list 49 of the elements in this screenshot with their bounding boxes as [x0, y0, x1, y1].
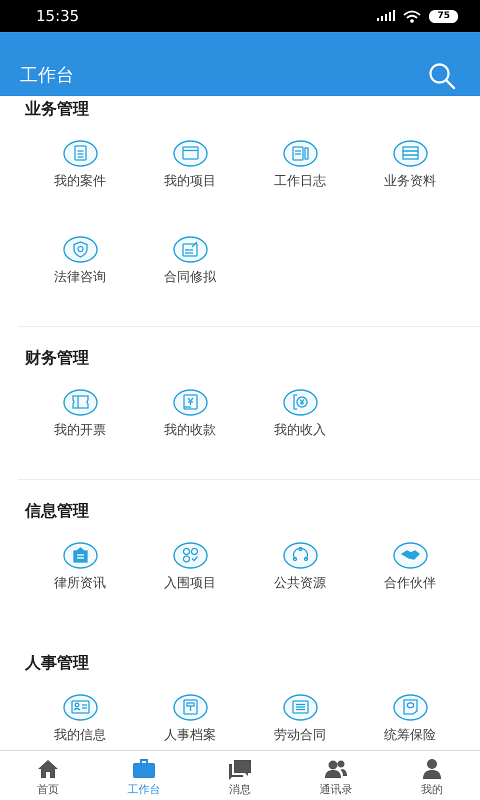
feature-tile[interactable]: 法律咨询: [25, 218, 135, 314]
battery-indicator: 75: [429, 10, 458, 22]
search-icon[interactable]: [428, 62, 456, 90]
archive-icon: [172, 694, 208, 721]
nav-tab[interactable]: 我的: [384, 751, 480, 800]
receipt-icon: [172, 389, 208, 416]
feature-tile[interactable]: 律所资讯: [25, 524, 135, 620]
id-card-icon: [62, 694, 98, 721]
feature-tile[interactable]: 我的项目: [135, 122, 245, 218]
section-heading: 业务管理: [24, 98, 90, 120]
wifi-icon: [403, 10, 422, 22]
folder-icon: [172, 140, 208, 167]
feature-tile[interactable]: 我的收入: [245, 371, 355, 467]
wallet-icon: [282, 389, 318, 416]
feature-tile[interactable]: 业务资料: [355, 122, 465, 218]
ticket-icon: [62, 389, 98, 416]
feature-tile[interactable]: 公共资源: [245, 524, 355, 620]
stack-icon: [392, 140, 428, 167]
briefcase-icon: [132, 756, 156, 780]
nav-tab[interactable]: 通讯录: [288, 751, 384, 800]
feature-tile[interactable]: 我的开票: [25, 371, 135, 467]
feature-tile[interactable]: 我的案件: [25, 122, 135, 218]
feature-tile[interactable]: 统筹保险: [355, 676, 465, 750]
nav-tab[interactable]: 消息: [192, 751, 288, 800]
page-title: 工作台: [20, 64, 74, 88]
feature-tile[interactable]: 合同修拟: [135, 218, 245, 314]
section-heading: 人事管理: [24, 652, 90, 674]
edit-icon: [172, 236, 208, 263]
nav-tab[interactable]: 首页: [0, 751, 96, 800]
building-icon: [62, 542, 98, 569]
document-icon: [62, 140, 98, 167]
status-time: 15:35: [36, 7, 80, 25]
feature-tile[interactable]: 我的收款: [135, 371, 245, 467]
feature-tile[interactable]: 我的信息: [25, 676, 135, 750]
share-nodes-icon: [282, 542, 318, 569]
signal-icon: [377, 10, 396, 22]
notebook-icon: [282, 140, 318, 167]
feature-tile[interactable]: 劳动合同: [245, 676, 355, 750]
feature-tile[interactable]: 合作伙伴: [355, 524, 465, 620]
section-heading: 信息管理: [24, 500, 90, 522]
shield-icon: [62, 236, 98, 263]
certificate-icon: [392, 694, 428, 721]
person-icon: [420, 756, 444, 780]
feature-tile[interactable]: 入围项目: [135, 524, 245, 620]
grid-circles-icon: [172, 542, 208, 569]
feature-tile[interactable]: 工作日志: [245, 122, 355, 218]
feature-tile[interactable]: 人事档案: [135, 676, 245, 750]
section-heading: 财务管理: [24, 347, 90, 369]
list-icon: [282, 694, 318, 721]
